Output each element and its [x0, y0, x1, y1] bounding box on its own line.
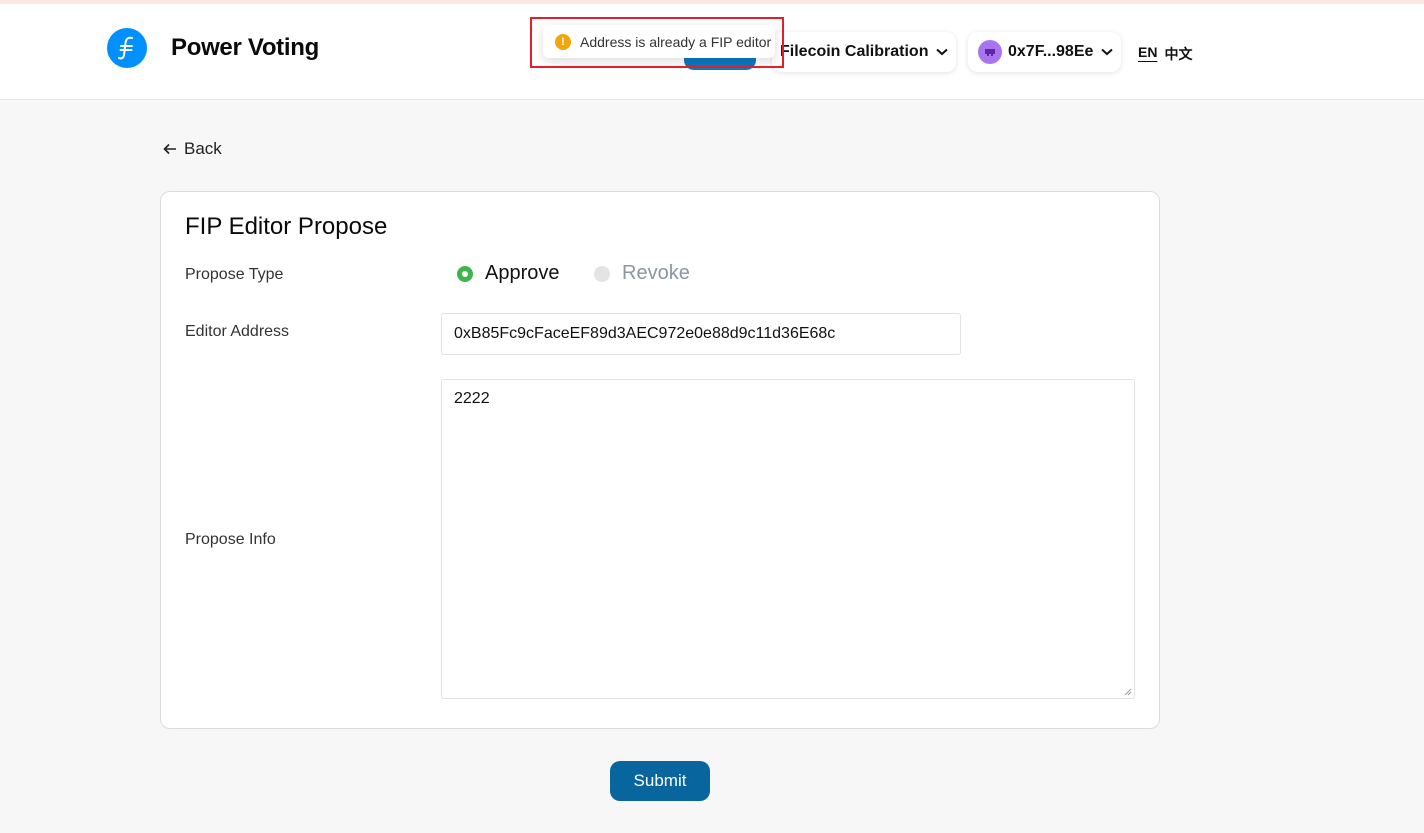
arrow-left-icon [163, 143, 176, 155]
app-name[interactable]: Power Voting [171, 34, 319, 62]
propose-type-label: Propose Type [185, 266, 284, 283]
submit-button[interactable]: Submit [610, 761, 710, 801]
back-label: Back [184, 139, 222, 158]
radio-approve-label: Approve [485, 262, 560, 284]
editor-address-input[interactable]: 0xB85Fc9cFaceEF89d3AEC972e0e88d9c11d36E6… [441, 313, 961, 355]
page-title: FIP Editor Propose [185, 213, 388, 240]
lang-en[interactable]: EN [1138, 44, 1157, 64]
radio-revoke[interactable]: Revoke [594, 262, 690, 285]
radio-unchecked-icon [594, 265, 610, 282]
editor-address-label: Editor Address [185, 323, 290, 340]
resize-grip-icon[interactable] [1124, 688, 1132, 696]
lang-zh[interactable]: 中文 [1164, 44, 1192, 64]
highlight-box [530, 17, 784, 68]
chevron-down-icon [936, 43, 949, 61]
radio-revoke-label: Revoke [622, 262, 690, 284]
radio-approve[interactable]: Approve [457, 262, 560, 285]
account-selector[interactable]: 0x7F...98Ee [968, 32, 1121, 72]
account-address: 0x7F...98Ee [1008, 43, 1094, 60]
network-label: Filecoin Calibration [780, 43, 929, 60]
propose-info-text: 2222 [454, 390, 490, 407]
filecoin-logo-icon[interactable] [107, 28, 147, 68]
language-switcher: EN 中文 [1138, 44, 1192, 64]
chevron-down-icon [1101, 43, 1114, 61]
back-link[interactable]: Back [163, 139, 222, 159]
propose-info-label: Propose Info [185, 531, 276, 548]
avatar [978, 40, 1002, 64]
network-selector[interactable]: Filecoin Calibration [772, 32, 956, 72]
radio-checked-icon [457, 265, 473, 282]
propose-info-textarea[interactable]: 2222 [441, 379, 1135, 699]
